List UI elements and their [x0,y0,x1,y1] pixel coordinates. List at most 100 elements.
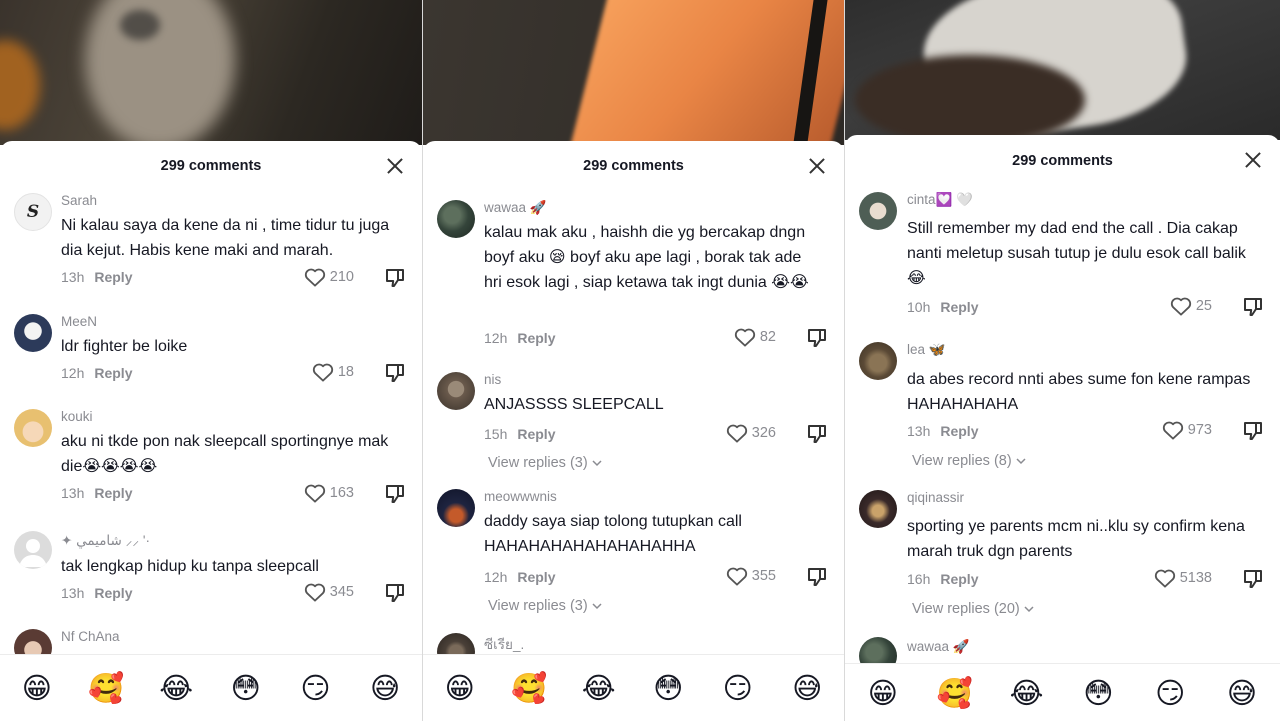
avatar[interactable] [14,409,52,447]
reply-button[interactable]: Reply [517,569,555,585]
comment-username[interactable]: MeeN [61,314,97,329]
heart-icon [304,583,325,602]
comment-username[interactable]: lea 🦋 [907,342,946,358]
comment-text: Ni kalau saya da kene da ni , time tidur… [61,217,390,259]
chevron-down-icon [1024,606,1034,613]
dislike-icon[interactable] [1243,297,1263,317]
dislike-icon[interactable] [385,484,405,504]
tears-of-joy-emoji-icon[interactable]: 😂 [154,671,198,705]
reply-button[interactable]: Reply [94,269,132,285]
reply-button[interactable]: Reply [517,426,555,442]
sweat-smile-emoji-icon[interactable]: 😅 [785,671,829,705]
sweat-smile-emoji-icon[interactable]: 😅 [363,671,407,705]
avatar[interactable] [14,531,52,569]
avatar[interactable]: S [14,193,52,231]
comment-meta: 13h Reply [61,585,132,601]
grin-emoji-icon[interactable]: 😁 [15,671,59,705]
reply-button[interactable]: Reply [94,365,132,381]
comment-meta: 10h Reply [907,299,978,315]
dislike-icon[interactable] [807,328,827,348]
comment-time: 10h [907,299,931,315]
like-button[interactable]: 210 [304,267,354,287]
hearts-emoji-icon[interactable]: 🥰 [507,671,551,705]
comment-username[interactable]: Nf ChAna [61,629,120,644]
avatar[interactable] [437,489,475,527]
close-icon[interactable] [808,157,826,175]
avatar[interactable] [437,372,475,410]
heart-icon [304,268,325,287]
comment-username[interactable]: ซีเรีย_. [484,633,524,655]
dislike-icon[interactable] [807,424,827,444]
view-replies-label: View replies (20) [912,601,1020,617]
avatar[interactable] [859,342,897,380]
comment-username[interactable]: cinta💟 🤍 [907,192,973,208]
smirk-emoji-icon[interactable]: 😏 [293,671,337,705]
like-button[interactable]: 25 [1170,296,1212,316]
like-button[interactable]: 345 [304,582,354,602]
avatar[interactable] [437,200,475,238]
like-button[interactable]: 18 [312,362,354,382]
view-replies-label: View replies (3) [488,455,588,471]
reply-button[interactable]: Reply [94,485,132,501]
reply-button[interactable]: Reply [940,571,978,587]
dislike-icon[interactable] [385,583,405,603]
tears-of-joy-emoji-icon[interactable]: 😂 [577,671,621,705]
like-button[interactable]: 973 [1162,420,1212,440]
dislike-icon[interactable] [385,363,405,383]
view-replies-button[interactable]: View replies (3) [488,455,602,471]
dislike-icon[interactable] [1243,421,1263,441]
comment-username[interactable]: wawaa 🚀 [907,639,970,655]
emoji-quick-bar: 😁 🥰 😂 😳 😏 😅 [0,654,422,721]
comments-header: 299 comments [845,135,1280,185]
dislike-icon[interactable] [385,268,405,288]
close-icon[interactable] [386,157,404,175]
video-background[interactable] [423,0,844,145]
video-background[interactable] [0,0,422,145]
avatar[interactable] [14,314,52,352]
grin-emoji-icon[interactable]: 😁 [861,676,905,710]
reply-button[interactable]: Reply [517,330,555,346]
view-replies-button[interactable]: View replies (8) [912,453,1026,469]
like-button[interactable]: 326 [726,423,776,443]
comment-text: kalau mak aku , haishh die yg bercakap d… [484,224,809,291]
comment-meta: 12h Reply [484,330,555,346]
sweat-smile-emoji-icon[interactable]: 😅 [1220,676,1264,710]
flushed-emoji-icon[interactable]: 😳 [646,671,690,705]
dislike-icon[interactable] [1243,569,1263,589]
comment-username[interactable]: kouki [61,409,93,424]
avatar[interactable] [859,192,897,230]
comment-username[interactable]: Sarah [61,193,97,208]
smirk-emoji-icon[interactable]: 😏 [1148,676,1192,710]
comment-username[interactable]: nis [484,372,501,387]
like-button[interactable]: 163 [304,483,354,503]
hearts-emoji-icon[interactable]: 🥰 [933,676,977,710]
grin-emoji-icon[interactable]: 😁 [438,671,482,705]
like-button[interactable]: 5138 [1154,568,1212,588]
comments-sheet: 299 comments cinta💟 🤍 Still remember my … [845,135,1280,721]
dislike-icon[interactable] [807,567,827,587]
view-replies-button[interactable]: View replies (3) [488,598,602,614]
hearts-emoji-icon[interactable]: 🥰 [84,671,128,705]
view-replies-button[interactable]: View replies (20) [912,601,1034,617]
comment-username[interactable]: wawaa 🚀 [484,200,547,216]
view-replies-label: View replies (3) [488,598,588,614]
video-background[interactable] [845,0,1280,140]
flushed-emoji-icon[interactable]: 😳 [224,671,268,705]
close-icon[interactable] [1244,151,1262,169]
like-count: 345 [329,584,354,600]
smirk-emoji-icon[interactable]: 😏 [716,671,760,705]
reply-button[interactable]: Reply [94,585,132,601]
reply-button[interactable]: Reply [940,423,978,439]
comment-username[interactable]: meowwwnis [484,489,557,504]
comment-text: ANJASSSS SLEEPCALL [484,396,664,413]
tears-of-joy-emoji-icon[interactable]: 😂 [1005,676,1049,710]
like-button[interactable]: 355 [726,566,776,586]
comment-username[interactable]: ✦ شاميمي ⸝⸝ '· [61,531,150,549]
heart-icon [1162,421,1183,440]
like-button[interactable]: 82 [734,327,776,347]
reply-button[interactable]: Reply [940,299,978,315]
comment-username[interactable]: qiqinassir [907,490,964,505]
comment-time: 12h [61,365,85,381]
avatar[interactable] [859,490,897,528]
flushed-emoji-icon[interactable]: 😳 [1076,676,1120,710]
